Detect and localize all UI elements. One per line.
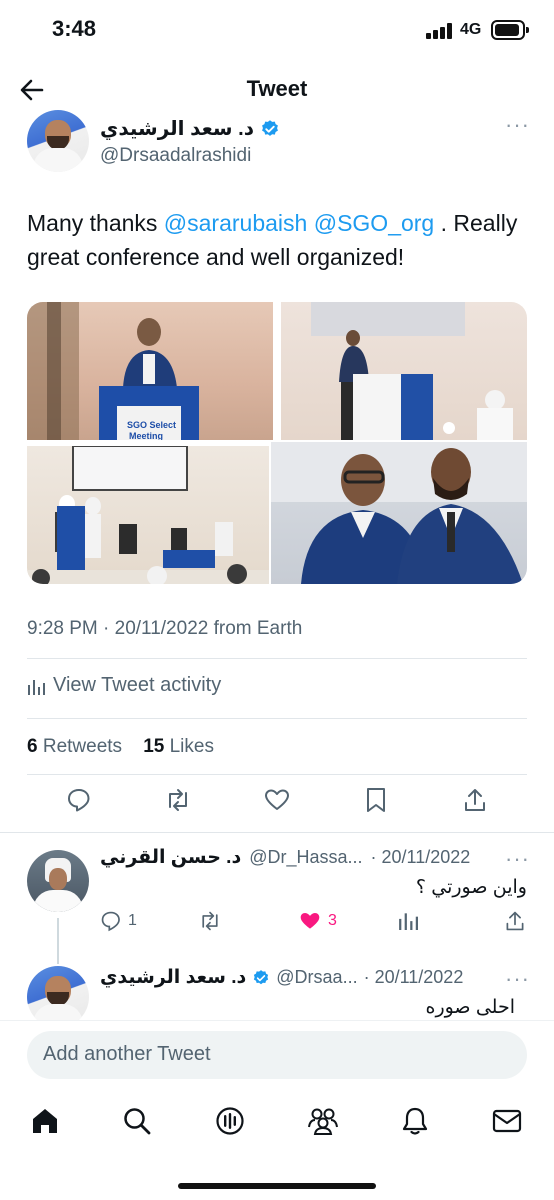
thread-connector-line — [57, 918, 59, 964]
author-avatar[interactable] — [27, 110, 89, 172]
reply-retweet-icon — [202, 911, 218, 931]
reply-2-text: احلى صوره — [425, 997, 515, 1018]
verified-badge-icon — [262, 119, 278, 136]
tweet-text-prefix: Many thanks — [27, 210, 164, 236]
reply-avatar[interactable] — [27, 850, 89, 912]
reply-share-action[interactable] — [504, 910, 526, 932]
reply-2-author-handle[interactable]: @Drsaa... — [276, 967, 357, 988]
analytics-icon — [28, 679, 45, 695]
page-title: Tweet — [246, 76, 308, 101]
status-time: 3:48 — [52, 16, 97, 41]
verified-badge-icon — [254, 969, 269, 984]
reply-liked-heart-icon — [300, 912, 320, 929]
reply-comment-icon — [101, 911, 120, 932]
photo-speaker-podium[interactable]: SGO Select Meeting — [27, 302, 273, 440]
notifications-icon[interactable] — [398, 1104, 432, 1138]
tweet-text: Many thanks @sararubaish @SGO_org . Real… — [27, 206, 527, 274]
network-type: 4G — [460, 21, 482, 38]
photo-panel-stage[interactable] — [27, 446, 269, 584]
author-handle[interactable]: @Drsaadalrashidi — [100, 145, 251, 167]
home-indicator — [178, 1183, 376, 1189]
communities-icon[interactable] — [306, 1104, 340, 1138]
bookmark-icon[interactable] — [362, 786, 390, 814]
reply-text: واين صورتي ؟ — [415, 877, 527, 898]
reply-comment-count: 1 — [128, 912, 137, 929]
engagement-counts: 6 Retweets 15 Likes — [27, 736, 214, 758]
add-tweet-input[interactable]: Add another Tweet — [27, 1031, 527, 1079]
author-name: د. سعد الرشيدي — [100, 118, 254, 140]
mention-sararubaish[interactable]: @sararubaish — [164, 210, 308, 236]
photo-two-attendees[interactable] — [271, 442, 527, 584]
reply-analytics-icon — [399, 913, 418, 930]
divider — [27, 718, 527, 719]
like-count[interactable]: 15 — [143, 736, 164, 757]
like-label[interactable]: Likes — [170, 736, 214, 757]
reply-2-avatar[interactable] — [27, 966, 89, 1028]
retweet-label[interactable]: Retweets — [43, 736, 122, 757]
reply-retweet-action[interactable] — [198, 910, 222, 932]
battery-icon — [491, 20, 529, 40]
signal-icon — [426, 23, 452, 39]
view-tweet-activity[interactable]: View Tweet activity — [27, 674, 221, 697]
photo-speaker-wide[interactable] — [281, 302, 527, 440]
mention-sgo-org[interactable]: @SGO_org — [314, 210, 435, 236]
reply-2-date: · 20/11/2022 — [363, 967, 464, 987]
activity-label: View Tweet activity — [53, 674, 222, 696]
reply-2-author-name[interactable]: د. سعد الرشيدي — [100, 966, 246, 989]
reply-author-name[interactable]: د. حسن القرني — [100, 846, 241, 869]
reply-header: د. حسن القرني @Dr_Hassa... · 20/11/2022 — [100, 846, 470, 869]
reply-author-handle[interactable]: @Dr_Hassa... — [249, 847, 362, 868]
reply-date: · 20/11/2022 — [370, 847, 471, 867]
search-icon[interactable] — [120, 1104, 154, 1138]
divider — [0, 832, 554, 833]
divider — [27, 658, 527, 659]
podium-sign-text: SGO Select — [127, 420, 176, 430]
spaces-icon[interactable] — [213, 1104, 247, 1138]
retweet-count[interactable]: 6 — [27, 736, 38, 757]
share-icon[interactable] — [461, 786, 489, 814]
messages-icon[interactable] — [490, 1104, 524, 1138]
tweet-timestamp: 9:28 PM · 20/11/2022 from Earth — [27, 618, 303, 639]
tweet-actions — [27, 786, 527, 822]
reply-2-more-icon[interactable]: ··· — [505, 966, 530, 992]
home-icon[interactable] — [28, 1104, 62, 1138]
reply-like-action[interactable]: 3 — [298, 910, 337, 932]
reply-share-icon — [506, 911, 524, 931]
photo-grid[interactable]: SGO Select Meeting — [27, 302, 527, 584]
reply-comment-action[interactable]: 1 — [100, 910, 137, 932]
reply-2-header: د. سعد الرشيدي @Drsaa... · 20/11/2022 — [100, 966, 463, 989]
author-name-row[interactable]: د. سعد الرشيدي — [100, 116, 280, 141]
reply-like-count: 3 — [328, 912, 337, 929]
divider — [27, 774, 527, 775]
podium-sign-text-2: Meeting — [129, 431, 163, 440]
more-options-icon[interactable]: ··· — [505, 112, 530, 138]
reply-analytics-action[interactable] — [398, 910, 418, 930]
reply-more-icon[interactable]: ··· — [505, 846, 530, 872]
retweet-icon[interactable] — [164, 786, 192, 814]
reply-icon[interactable] — [65, 786, 93, 814]
like-icon[interactable] — [263, 786, 291, 814]
